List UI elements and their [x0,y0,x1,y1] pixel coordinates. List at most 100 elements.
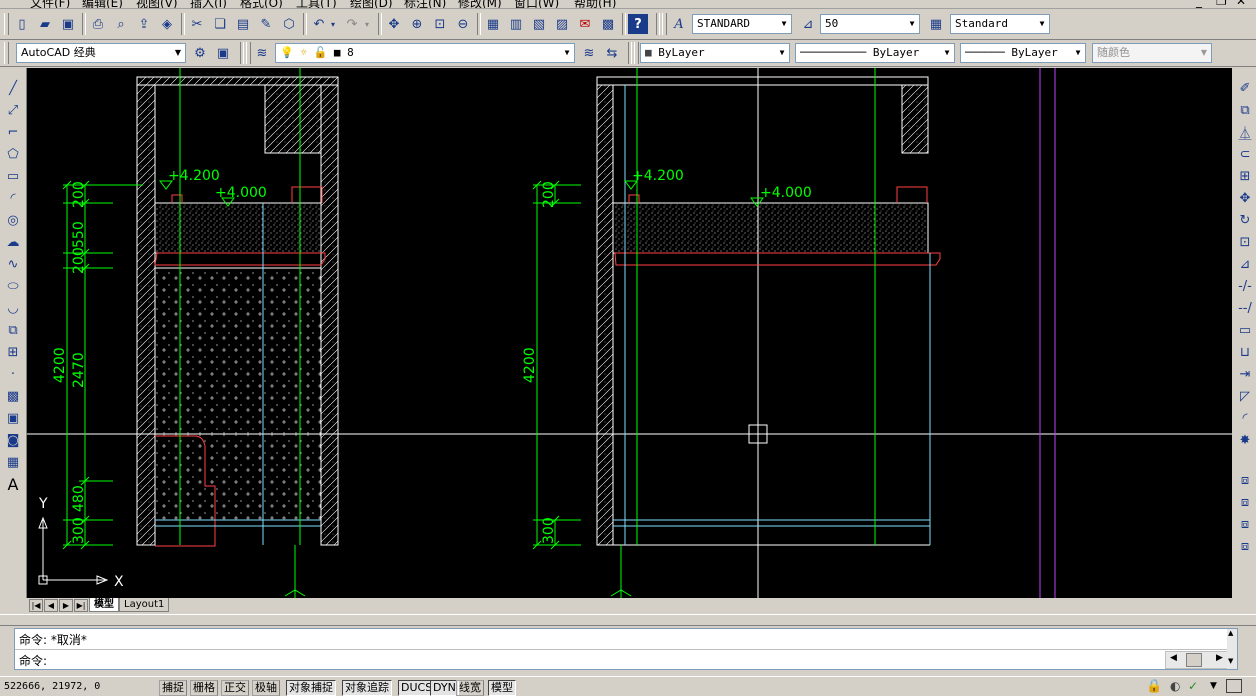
next-tab-icon[interactable]: ▶ [59,599,73,612]
ellipse-icon[interactable]: ⬭ [3,276,23,296]
tab-layout1[interactable]: Layout1 [119,598,170,612]
menu-format[interactable]: 格式(O) [240,0,283,8]
command-hscroll[interactable]: ◀ ▶ [1165,651,1229,669]
match-properties-icon[interactable]: ✎ [256,14,276,34]
rotate-icon[interactable]: ↻ [1235,210,1255,230]
first-tab-icon[interactable]: |◀ [29,599,43,612]
text-style-icon[interactable]: A [669,14,689,34]
make-block-icon[interactable]: ⊞ [3,342,23,362]
scroll-right-icon[interactable]: ▶ [1216,653,1223,663]
mirror-icon[interactable]: ⏅ [1235,122,1255,142]
polyline-icon[interactable]: ⌐ [3,122,23,142]
linetype-select[interactable]: ────────── ByLayer ▼ [795,43,955,63]
paste-icon[interactable]: ▤ [233,14,253,34]
move-icon[interactable]: ✥ [1235,188,1255,208]
zoom-previous-icon[interactable]: ⊖ [453,14,473,34]
break-at-point-icon[interactable]: ▭ [1235,320,1255,340]
markup-icon[interactable]: ✉ [575,14,595,34]
zoom-window-icon[interactable]: ⊡ [430,14,450,34]
send-under-icon[interactable]: ⧈ [1235,536,1255,556]
publish-icon[interactable]: ⇪ [134,14,154,34]
tab-model[interactable]: 模型 [89,598,119,612]
layer-manager-icon[interactable]: ≋ [252,43,272,63]
insert-block-icon[interactable]: ⧉ [3,320,23,340]
spline-icon[interactable]: ∿ [3,254,23,274]
drawing-canvas[interactable]: 4200 200 550 200 2470 480 300 +4.200 +4.… [27,68,1232,598]
line-icon[interactable]: ╱ [3,78,23,98]
menu-window[interactable]: 窗口(W) [514,0,559,8]
undo-dropdown-icon[interactable]: ▾ [328,14,338,34]
help-icon[interactable]: ? [628,14,648,34]
properties-icon[interactable]: ▦ [483,14,503,34]
pan-icon[interactable]: ✥ [384,14,404,34]
join-icon[interactable]: ⇥ [1235,364,1255,384]
ellipse-arc-icon[interactable]: ◡ [3,298,23,318]
copy-icon[interactable]: ❏ [210,14,230,34]
tray-settings-icon[interactable]: ✓ [1188,679,1198,693]
layer-previous-icon[interactable]: ⇆ [602,43,622,63]
arc-icon[interactable]: ◜ [3,188,23,208]
new-file-icon[interactable]: ▯ [12,14,32,34]
plot-preview-icon[interactable]: ⌕ [111,14,131,34]
point-icon[interactable]: · [3,364,23,384]
text-style-select[interactable]: STANDARD ▼ [692,14,792,34]
draw-order-back-icon[interactable]: ⧈ [1235,492,1255,512]
comm-center-icon[interactable]: ◐ [1170,679,1180,693]
fillet-icon[interactable]: ◜ [1235,408,1255,428]
revcloud-icon[interactable]: ☁ [3,232,23,252]
multiline-text-icon[interactable]: A [3,474,23,494]
redo-dropdown-icon[interactable]: ▾ [362,14,372,34]
prev-tab-icon[interactable]: ◀ [44,599,58,612]
drawing-svg[interactable]: 4200 200 550 200 2470 480 300 +4.200 +4.… [27,68,1232,598]
table-style-select[interactable]: Standard ▼ [950,14,1050,34]
trim-icon[interactable]: -/- [1235,276,1255,296]
extend-icon[interactable]: --/ [1235,298,1255,318]
hatch-icon[interactable]: ▩ [3,386,23,406]
stretch-icon[interactable]: ⊿ [1235,254,1255,274]
table-icon[interactable]: ▦ [3,452,23,472]
workspace-select[interactable]: AutoCAD 经典 ▼ [16,43,186,63]
workspace-settings-icon[interactable]: ⚙ [190,43,210,63]
erase-icon[interactable]: ✐ [1235,78,1255,98]
command-area[interactable]: 命令: *取消* 命令: ◀ ▶ ▲ ▼ [14,628,1238,670]
lineweight-select[interactable]: ────── ByLayer ▼ [960,43,1086,63]
gradient-icon[interactable]: ▣ [3,408,23,428]
array-icon[interactable]: ⊞ [1235,166,1255,186]
close-icon[interactable]: ✕ [1236,0,1246,8]
zoom-realtime-icon[interactable]: ⊕ [407,14,427,34]
menu-dimension[interactable]: 标注(N) [404,0,446,8]
undo-icon[interactable]: ↶ [309,14,329,34]
rectangle-icon[interactable]: ▭ [3,166,23,186]
scroll-up-icon[interactable]: ▲ [1228,629,1233,637]
clean-screen-icon[interactable] [1226,679,1242,693]
menu-help[interactable]: 帮助(H) [574,0,616,8]
save-icon[interactable]: ▣ [58,14,78,34]
region-icon[interactable]: ◙ [3,430,23,450]
scroll-down-icon[interactable]: ▼ [1228,657,1233,665]
menu-tools[interactable]: 工具(T) [296,0,337,8]
dim-style-icon[interactable]: ⊿ [798,14,818,34]
menu-file[interactable]: 文件(F) [30,0,70,8]
copy-object-icon[interactable]: ⧉ [1235,100,1255,120]
command-vscroll[interactable]: ▲ ▼ [1227,629,1237,669]
draw-order-front-icon[interactable]: ⧈ [1235,470,1255,490]
offset-icon[interactable]: ⊂ [1235,144,1255,164]
construction-line-icon[interactable]: ⤢ [3,100,23,120]
redo-icon[interactable]: ↷ [342,14,362,34]
menu-draw[interactable]: 绘图(D) [350,0,393,8]
polygon-icon[interactable]: ⬠ [3,144,23,164]
quickcalc-icon[interactable]: ▩ [598,14,618,34]
layer-select[interactable]: 💡 ☼ 🔓 ■ 8 ▼ [275,43,575,63]
plot-style-select[interactable]: 随颜色 ▼ [1092,43,1212,63]
design-center-icon[interactable]: ▥ [506,14,526,34]
color-select[interactable]: ■ ByLayer ▼ [640,43,790,63]
tool-palettes-icon[interactable]: ▧ [529,14,549,34]
menu-modify[interactable]: 修改(M) [458,0,502,8]
toolbar-grip[interactable] [4,13,9,35]
circle-icon[interactable]: ◎ [3,210,23,230]
dim-style-select[interactable]: 50 ▼ [820,14,920,34]
minimize-icon[interactable]: _ [1196,0,1202,8]
scroll-thumb[interactable] [1186,653,1202,667]
menu-insert[interactable]: 插入(I) [190,0,227,8]
scroll-left-icon[interactable]: ◀ [1170,653,1177,663]
